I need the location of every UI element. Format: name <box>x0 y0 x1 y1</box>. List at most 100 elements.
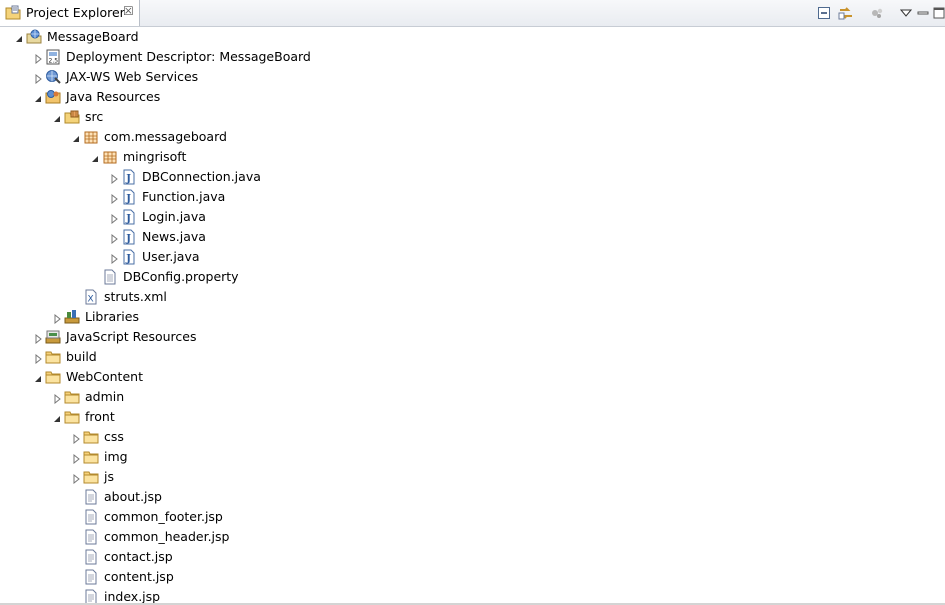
expanded-arrow-icon[interactable] <box>33 372 43 382</box>
svg-text:J: J <box>125 194 131 205</box>
folder-icon <box>83 469 99 485</box>
tree-item-label: News.java <box>142 229 206 244</box>
tree-item-label: User.java <box>142 249 200 264</box>
package-icon <box>83 129 99 145</box>
tree-item[interactable]: about.jsp <box>0 487 945 507</box>
tree-item[interactable]: J DBConnection.java <box>0 167 945 187</box>
tree-item-label: JAX-WS Web Services <box>66 69 199 84</box>
project-explorer-icon <box>5 5 21 21</box>
collapsed-arrow-icon[interactable] <box>33 332 43 345</box>
expanded-arrow-icon[interactable] <box>14 32 24 42</box>
tree-item-label: css <box>104 429 124 444</box>
collapsed-arrow-icon[interactable] <box>109 212 119 225</box>
tree-item[interactable]: JavaScript Resources <box>0 327 945 347</box>
tree-item[interactable]: front <box>0 407 945 427</box>
collapsed-arrow-icon[interactable] <box>109 252 119 265</box>
tree-item-label: com.messageboard <box>104 129 227 144</box>
web-services-icon <box>45 69 61 85</box>
jsp-file-icon <box>83 569 99 585</box>
tree-item[interactable]: JAX-WS Web Services <box>0 67 945 87</box>
expanded-arrow-icon[interactable] <box>71 132 81 142</box>
deployment-descriptor-icon: 2.5 <box>45 49 61 65</box>
tree-item[interactable]: contact.jsp <box>0 547 945 567</box>
package-icon <box>102 149 118 165</box>
tree-item[interactable]: J Function.java <box>0 187 945 207</box>
tree-item-label: DBConnection.java <box>142 169 261 184</box>
tree-item[interactable]: DBConfig.property <box>0 267 945 287</box>
tree-item-label: WebContent <box>66 369 143 384</box>
tree-item[interactable]: common_header.jsp <box>0 527 945 547</box>
java-file-icon: J <box>121 229 137 245</box>
tree-item[interactable]: WebContent <box>0 367 945 387</box>
xml-file-icon: X <box>83 289 99 305</box>
tree-item[interactable]: MessageBoard <box>0 27 945 47</box>
web-project-icon <box>26 29 42 45</box>
tree-item-label: contact.jsp <box>104 549 173 564</box>
close-icon[interactable]: ☒ <box>123 4 134 18</box>
collapse-all-icon[interactable] <box>815 4 833 22</box>
maximize-icon[interactable] <box>930 4 945 22</box>
collapsed-arrow-icon[interactable] <box>71 472 81 485</box>
tree-item[interactable]: Xstruts.xml <box>0 287 945 307</box>
tree-item[interactable]: css <box>0 427 945 447</box>
tab-project-explorer[interactable]: Project Explorer ☒ <box>0 0 140 26</box>
folder-icon <box>64 389 80 405</box>
expanded-arrow-icon[interactable] <box>33 92 43 102</box>
tree-item[interactable]: Java Resources <box>0 87 945 107</box>
tree-item[interactable]: build <box>0 347 945 367</box>
java-file-icon: J <box>121 189 137 205</box>
tree-item[interactable]: mingrisoft <box>0 147 945 167</box>
expanded-arrow-icon[interactable] <box>52 112 62 122</box>
tree-item-label: struts.xml <box>104 289 167 304</box>
filter-icon[interactable] <box>868 4 886 22</box>
collapsed-arrow-icon[interactable] <box>52 312 62 325</box>
view-tab-bar: Project Explorer ☒ <box>0 0 945 27</box>
tree-item[interactable]: J User.java <box>0 247 945 267</box>
tree-item[interactable]: common_footer.jsp <box>0 507 945 527</box>
collapsed-arrow-icon[interactable] <box>33 72 43 85</box>
collapsed-arrow-icon[interactable] <box>33 52 43 65</box>
tree-item[interactable]: 2.5 Deployment Descriptor: MessageBoard <box>0 47 945 67</box>
javascript-resources-icon <box>45 329 61 345</box>
jsp-file-icon <box>83 529 99 545</box>
svg-text:J: J <box>125 174 131 185</box>
view-menu-icon[interactable] <box>897 4 915 22</box>
tree-item[interactable]: J Login.java <box>0 207 945 227</box>
expanded-arrow-icon[interactable] <box>90 152 100 162</box>
project-tree: MessageBoard 2.5 Deployment Descriptor: Me… <box>0 27 945 605</box>
tree-item-label: src <box>85 109 104 124</box>
tree-item[interactable]: img <box>0 447 945 467</box>
collapsed-arrow-icon[interactable] <box>109 192 119 205</box>
source-folder-icon <box>64 109 80 125</box>
tab-title: Project Explorer <box>26 5 125 20</box>
expanded-arrow-icon[interactable] <box>52 412 62 422</box>
tree-item-label: admin <box>85 389 125 404</box>
collapsed-arrow-icon[interactable] <box>33 352 43 365</box>
tree-item-label: js <box>104 469 114 484</box>
tree-item-label: about.jsp <box>104 489 162 504</box>
tree-item[interactable]: Libraries <box>0 307 945 327</box>
tree-item[interactable]: com.messageboard <box>0 127 945 147</box>
tree-item[interactable]: js <box>0 467 945 487</box>
tree-item[interactable]: content.jsp <box>0 567 945 587</box>
tree-item-label: Deployment Descriptor: MessageBoard <box>66 49 311 64</box>
collapsed-arrow-icon[interactable] <box>109 232 119 245</box>
collapsed-arrow-icon[interactable] <box>109 172 119 185</box>
folder-icon <box>83 429 99 445</box>
collapsed-arrow-icon[interactable] <box>71 432 81 445</box>
tree-item[interactable]: src <box>0 107 945 127</box>
tree-item-label: mingrisoft <box>123 149 187 164</box>
jsp-file-icon <box>83 509 99 525</box>
tree-item-label: Login.java <box>142 209 206 224</box>
tree-item-label: JavaScript Resources <box>66 329 197 344</box>
tree-item[interactable]: J News.java <box>0 227 945 247</box>
svg-text:J: J <box>125 234 131 245</box>
tree-item-label: img <box>104 449 128 464</box>
svg-text:X: X <box>88 295 94 305</box>
jsp-file-icon <box>83 489 99 505</box>
link-with-editor-icon[interactable] <box>837 4 855 22</box>
java-file-icon: J <box>121 169 137 185</box>
collapsed-arrow-icon[interactable] <box>71 452 81 465</box>
tree-item[interactable]: admin <box>0 387 945 407</box>
collapsed-arrow-icon[interactable] <box>52 392 62 405</box>
